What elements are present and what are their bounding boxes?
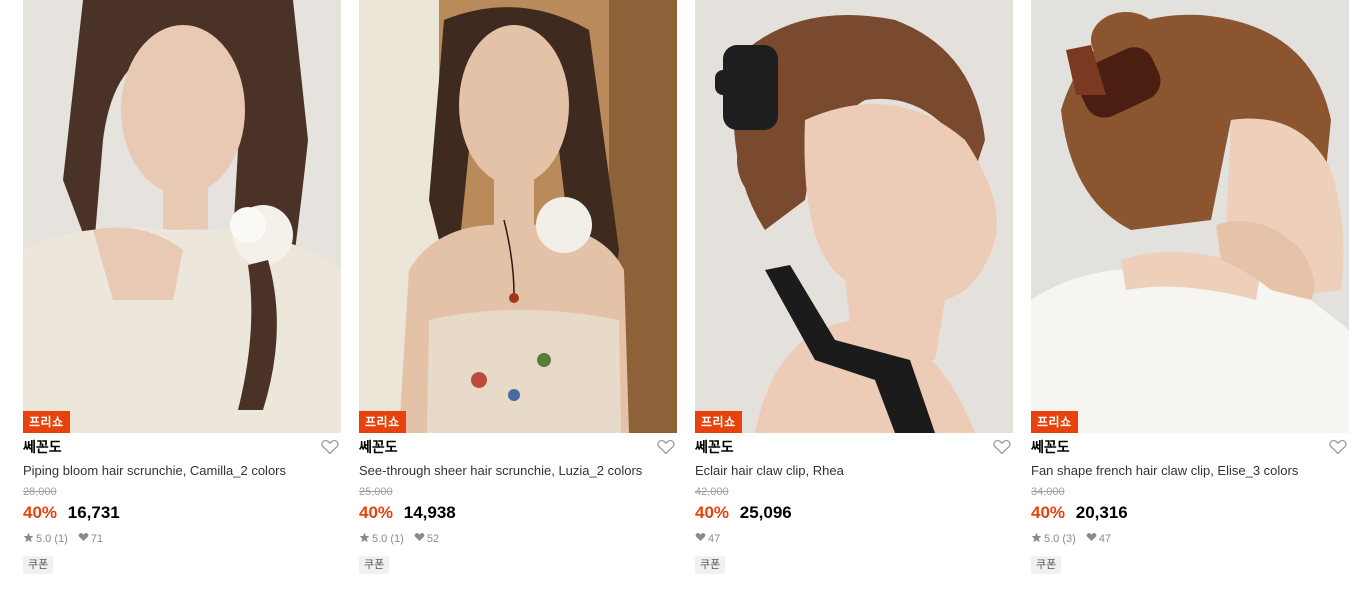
live-show-badge: 프리쇼	[23, 411, 70, 433]
heart-small-icon	[695, 532, 706, 546]
brand-row: 쎄꼰도	[1031, 438, 1349, 456]
product-name[interactable]: Fan shape french hair claw clip, Elise_3…	[1031, 462, 1349, 480]
product-image[interactable]: 프리쇼	[695, 0, 1013, 433]
heart-small-icon	[414, 532, 425, 546]
like-count: 52	[426, 533, 440, 545]
brand-row: 쎄꼰도	[359, 438, 677, 456]
heart-icon[interactable]	[993, 439, 1011, 455]
sale-price: 25,096	[739, 503, 792, 522]
rating-value: 5.0	[36, 533, 52, 545]
likes-group: 47	[695, 532, 720, 546]
product-photo	[23, 0, 341, 433]
product-stats: 5.0 (3) 47	[1031, 532, 1349, 546]
brand-name[interactable]: 쎄꼰도	[23, 437, 62, 457]
original-price: 28,000	[23, 486, 57, 498]
product-photo	[1031, 0, 1349, 433]
heart-small-icon	[78, 532, 89, 546]
discount-rate: 40%	[1031, 503, 1066, 522]
heart-icon[interactable]	[1329, 439, 1347, 455]
discount-rate: 40%	[695, 503, 730, 522]
rating-group: 5.0 (1)	[23, 532, 68, 547]
product-card[interactable]: 프리쇼 쎄꼰도 See-through sheer hair scrunchie…	[359, 0, 677, 574]
live-show-badge: 프리쇼	[695, 411, 742, 433]
star-icon	[359, 532, 370, 547]
rating-value: 5.0	[1044, 533, 1060, 545]
price-row: 40% 20,316	[1031, 502, 1349, 524]
product-name[interactable]: Eclair hair claw clip, Rhea	[695, 462, 1013, 480]
sale-price: 16,731	[67, 503, 120, 522]
product-card[interactable]: 프리쇼 쎄꼰도 Piping bloom hair scrunchie, Cam…	[23, 0, 341, 574]
product-stats: 5.0 (1) 52	[359, 532, 677, 546]
heart-small-icon	[1086, 532, 1097, 546]
rating-value: 5.0	[372, 533, 388, 545]
original-price: 42,000	[695, 486, 729, 498]
original-price: 25,000	[359, 486, 393, 498]
review-count: (1)	[390, 533, 404, 545]
price-row: 40% 16,731	[23, 502, 341, 524]
discount-rate: 40%	[23, 503, 58, 522]
product-stats: 47	[695, 532, 1013, 546]
product-grid: 프리쇼 쎄꼰도 Piping bloom hair scrunchie, Cam…	[23, 0, 1349, 574]
star-icon	[23, 532, 34, 547]
price-row: 40% 14,938	[359, 502, 677, 524]
product-card[interactable]: 프리쇼 쎄꼰도 Eclair hair claw clip, Rhea 42,0…	[695, 0, 1013, 574]
heart-icon[interactable]	[657, 439, 675, 455]
rating-group: 5.0 (3)	[1031, 532, 1076, 547]
brand-name[interactable]: 쎄꼰도	[695, 437, 734, 457]
likes-group: 47	[1086, 532, 1111, 546]
like-count: 47	[1098, 533, 1112, 545]
product-image[interactable]: 프리쇼	[359, 0, 677, 433]
heart-icon[interactable]	[321, 439, 339, 455]
brand-name[interactable]: 쎄꼰도	[359, 437, 398, 457]
sale-price: 14,938	[403, 503, 456, 522]
like-count: 71	[90, 533, 104, 545]
discount-rate: 40%	[359, 503, 394, 522]
rating-group: 5.0 (1)	[359, 532, 404, 547]
brand-name[interactable]: 쎄꼰도	[1031, 437, 1070, 457]
live-show-badge: 프리쇼	[359, 411, 406, 433]
sale-price: 20,316	[1075, 503, 1128, 522]
coupon-tag: 쿠폰	[359, 556, 390, 574]
like-count: 47	[708, 533, 721, 545]
brand-row: 쎄꼰도	[695, 438, 1013, 456]
price-row: 40% 25,096	[695, 502, 1013, 524]
product-stats: 5.0 (1) 71	[23, 532, 341, 546]
original-price: 34,000	[1031, 486, 1065, 498]
coupon-tag: 쿠폰	[23, 556, 54, 574]
product-name[interactable]: Piping bloom hair scrunchie, Camilla_2 c…	[23, 462, 341, 480]
product-name[interactable]: See-through sheer hair scrunchie, Luzia_…	[359, 462, 677, 480]
product-card[interactable]: 프리쇼 쎄꼰도 Fan shape french hair claw clip,…	[1031, 0, 1349, 574]
likes-group: 71	[78, 532, 103, 546]
likes-group: 52	[414, 532, 439, 546]
live-show-badge: 프리쇼	[1031, 411, 1078, 433]
brand-row: 쎄꼰도	[23, 438, 341, 456]
product-image[interactable]: 프리쇼	[1031, 0, 1349, 433]
star-icon	[1031, 532, 1042, 547]
product-photo	[359, 0, 677, 433]
product-photo	[695, 0, 1013, 433]
coupon-tag: 쿠폰	[1031, 556, 1062, 574]
review-count: (3)	[1062, 533, 1076, 545]
review-count: (1)	[54, 533, 68, 545]
product-image[interactable]: 프리쇼	[23, 0, 341, 433]
coupon-tag: 쿠폰	[695, 556, 726, 574]
